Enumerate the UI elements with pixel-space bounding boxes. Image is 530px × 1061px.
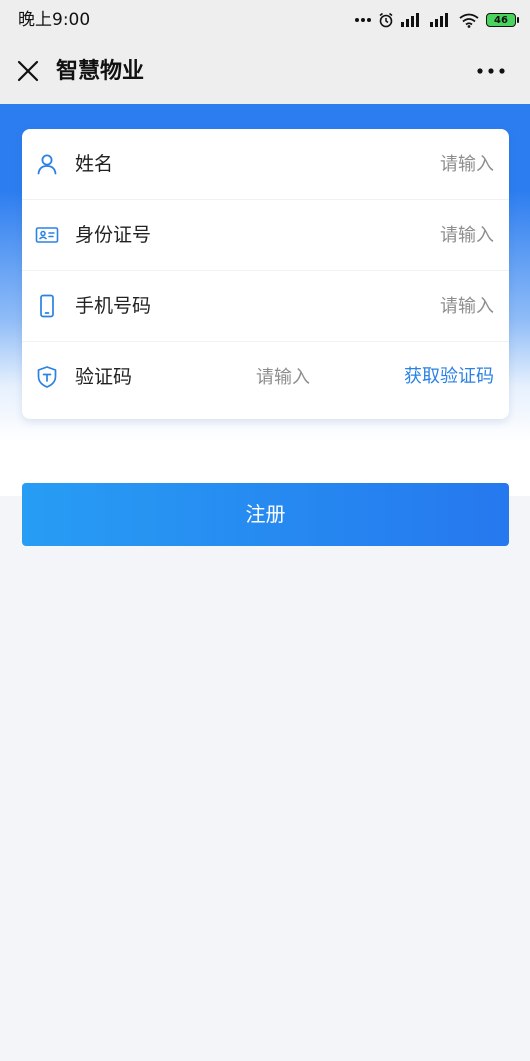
form-row-verification-code: 验证码 获取验证码	[22, 342, 509, 413]
more-dots-status-icon	[355, 18, 371, 22]
close-icon	[17, 60, 39, 82]
page-title: 智慧物业	[56, 59, 145, 84]
name-input[interactable]	[314, 149, 494, 179]
form-row-phone: 手机号码	[22, 271, 509, 342]
id-number-input[interactable]	[314, 220, 494, 250]
id-number-label: 身份证号	[75, 224, 152, 246]
more-button[interactable]	[474, 58, 508, 84]
close-button[interactable]	[13, 56, 43, 86]
signal-icon-2	[430, 13, 448, 27]
battery-icon: 46	[486, 13, 519, 27]
wifi-icon	[459, 13, 479, 28]
phone-input[interactable]	[314, 291, 494, 321]
status-time: 晚上9:00	[18, 10, 91, 30]
form-row-id-number: 身份证号	[22, 200, 509, 271]
shield-icon	[37, 366, 57, 388]
signal-icon-1	[401, 13, 419, 27]
nav-bar: 智慧物业	[0, 40, 530, 104]
phone-icon	[40, 294, 54, 318]
get-code-button[interactable]: 获取验证码	[404, 364, 494, 390]
user-icon	[37, 154, 57, 175]
phone-label: 手机号码	[75, 295, 152, 317]
alarm-icon	[379, 12, 393, 28]
verification-code-label: 验证码	[75, 366, 133, 388]
id-card-icon	[35, 227, 59, 243]
registration-form-card: 姓名 身份证号 手机号码 验证码 获取验证码	[22, 129, 509, 419]
register-button[interactable]: 注册	[22, 483, 509, 546]
more-dots-icon	[477, 68, 505, 74]
verification-code-input[interactable]	[228, 362, 338, 392]
form-row-name: 姓名	[22, 129, 509, 200]
name-label: 姓名	[75, 153, 114, 175]
status-bar: 晚上9:00 46	[0, 0, 530, 40]
status-icons: 46	[355, 9, 519, 31]
